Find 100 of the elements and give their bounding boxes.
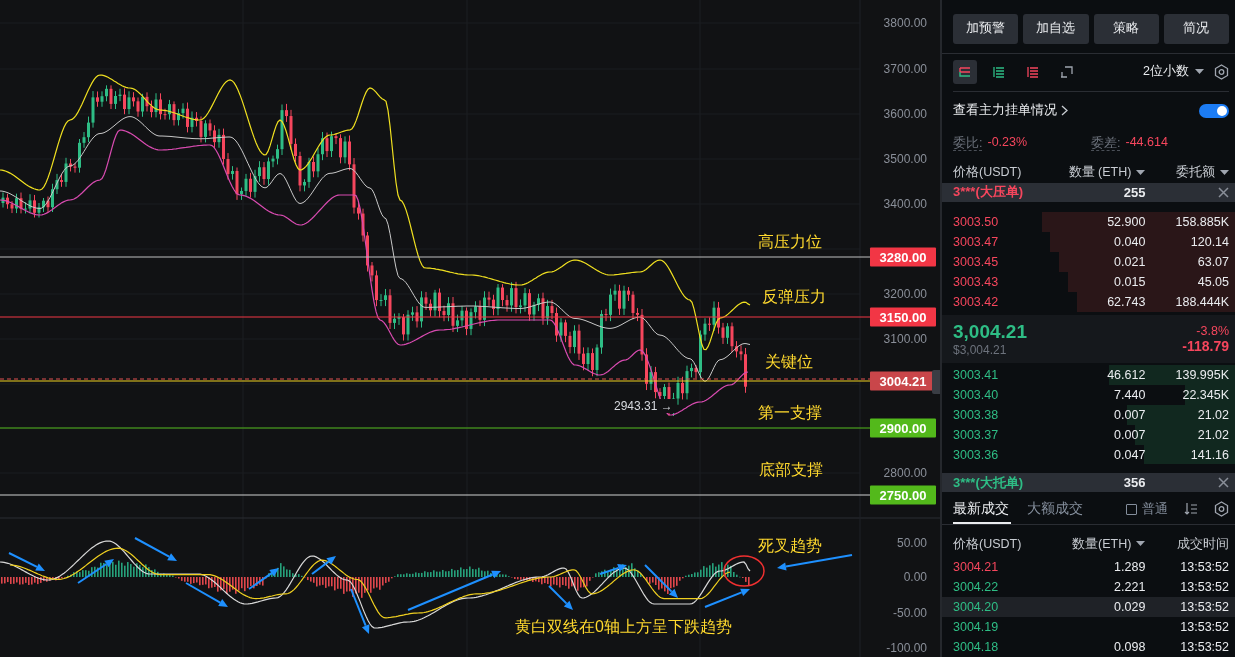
price-tag: 3150.00 [870, 307, 936, 327]
order-amount: 52.900 [1106, 214, 1146, 229]
trade-amount: 2.221 [1113, 580, 1146, 595]
trade-time: 13:53:52 [1179, 600, 1229, 615]
order-price: 3003.37 [953, 427, 1000, 442]
column-header[interactable]: 委托额 [1145, 164, 1229, 182]
stat-value: -0.23% [987, 134, 1028, 151]
order-book-row[interactable]: 3003.47 0.040 120.14 [942, 231, 1235, 252]
banner-count: 255 [1122, 184, 1146, 200]
trade-price: 3004.20 [953, 600, 1000, 615]
banner-count: 356 [1122, 475, 1146, 491]
order-amount: 0.015 [1113, 274, 1146, 289]
trade-amount: 1.289 [1113, 560, 1146, 575]
chart-annotation: 黄白双线在0轴上方呈下跌趋势 [515, 616, 732, 637]
trade-price: 3004.18 [953, 640, 1000, 655]
trade-time: 13:53:52 [1179, 620, 1229, 635]
order-total: 21.02 [1196, 407, 1229, 422]
order-amount: 0.040 [1113, 234, 1146, 249]
stat-value: -44.614 [1125, 134, 1168, 151]
chart-annotation: 第一支撑 [758, 402, 822, 423]
axis-label: 2800.00 [883, 466, 927, 480]
trade-time: 13:53:52 [1179, 580, 1229, 595]
trade-price: 3004.22 [953, 580, 1000, 595]
order-book-row[interactable]: 3003.50 52.900 158.885K [942, 211, 1235, 232]
order-book-row[interactable]: 3003.41 46.612 139.995K [942, 364, 1235, 385]
axis-label: 3700.00 [883, 62, 927, 76]
precision-dropdown[interactable]: 2位小数 [1143, 63, 1204, 81]
order-total: 141.16 [1189, 447, 1229, 462]
action-button[interactable]: 加自选 [1023, 14, 1089, 44]
order-book-row[interactable]: 3003.36 0.047 141.16 [942, 444, 1235, 465]
checkbox-label: 普通 [1142, 500, 1168, 518]
chart-annotation: 高压力位 [758, 231, 822, 252]
trade-amount: 0.029 [1113, 600, 1146, 615]
column-header: 价格(USDT) [953, 535, 1022, 553]
order-total: 63.07 [1196, 254, 1229, 269]
order-total: 139.995K [1174, 367, 1229, 382]
action-button[interactable]: 加预警 [953, 14, 1019, 44]
price-tag: 3280.00 [870, 247, 936, 267]
order-total: 22.345K [1181, 387, 1229, 402]
order-amount: 0.007 [1113, 427, 1146, 442]
change-amount: -118.79 [1182, 337, 1229, 354]
trade-tab[interactable]: 最新成交 [953, 494, 1011, 525]
order-price: 3003.50 [953, 214, 1000, 229]
order-total: 120.14 [1189, 234, 1229, 249]
order-price: 3003.47 [953, 234, 1000, 249]
order-book-row[interactable]: 3003.38 0.007 21.02 [942, 404, 1235, 425]
usd-price: $3,004.21 [953, 342, 1008, 357]
axis-label: 3200.00 [883, 287, 927, 301]
axis-label: 3600.00 [883, 107, 927, 121]
column-header[interactable]: 数量(ETH) [1061, 535, 1146, 553]
axis-label: 3800.00 [883, 16, 927, 30]
order-amount: 0.047 [1113, 447, 1146, 462]
order-amount: 62.743 [1106, 294, 1146, 309]
column-header: 成交时间 [1177, 535, 1229, 553]
price-tag: 2900.00 [870, 418, 936, 438]
order-book-row[interactable]: 3003.37 0.007 21.02 [942, 424, 1235, 445]
order-book-row[interactable]: 3003.42 62.743 188.444K [942, 291, 1235, 312]
order-book-row[interactable]: 3003.45 0.021 63.07 [942, 251, 1235, 272]
banner-label: 3***(大压单) [953, 183, 1025, 202]
stat-label: 委比: [953, 134, 983, 151]
order-price: 3003.43 [953, 274, 1000, 289]
chart-annotation: 反弹压力 [762, 286, 826, 307]
order-amount: 7.440 [1113, 387, 1146, 402]
order-price: 3003.36 [953, 447, 1000, 462]
price-tag: 2750.00 [870, 485, 936, 505]
last-price: 3,004.21 [953, 320, 1027, 343]
banner-label: 3***(大托单) [953, 473, 1025, 492]
column-header: 价格(USDT) [953, 164, 1022, 182]
axis-label: 0.00 [903, 570, 927, 584]
action-button[interactable]: 简况 [1163, 14, 1229, 44]
trade-tab[interactable]: 大额成交 [1027, 494, 1085, 525]
order-book-row[interactable]: 3003.43 0.015 45.05 [942, 271, 1235, 292]
chart-annotation: 底部支撑 [759, 459, 823, 480]
column-header[interactable]: 数量 (ETH) [1061, 164, 1146, 182]
trade-price: 3004.21 [953, 560, 1000, 575]
order-book-row[interactable]: 3003.40 7.440 22.345K [942, 384, 1235, 405]
order-total: 188.444K [1174, 294, 1229, 309]
axis-label: 50.00 [896, 536, 927, 550]
low-price-marker: 2943.31 → [612, 399, 675, 413]
order-price: 3003.38 [953, 407, 1000, 422]
order-amount: 0.007 [1113, 407, 1146, 422]
order-total: 21.02 [1196, 427, 1229, 442]
order-price: 3003.41 [953, 367, 1000, 382]
main-orders-link[interactable]: 查看主力挂单情况 [953, 102, 1068, 120]
order-price: 3003.42 [953, 294, 1000, 309]
stat-label: 委差: [1091, 134, 1121, 151]
action-button[interactable]: 策略 [1093, 14, 1159, 44]
order-price: 3003.45 [953, 254, 1000, 269]
chart-annotation: 关键位 [765, 351, 813, 372]
axis-label: 3100.00 [883, 332, 927, 346]
axis-label: -100.00 [886, 641, 927, 655]
order-amount: 46.612 [1106, 367, 1146, 382]
trade-time: 13:53:52 [1179, 640, 1229, 655]
order-price: 3003.40 [953, 387, 1000, 402]
axis-label: 3400.00 [883, 197, 927, 211]
axis-label: 3500.00 [883, 152, 927, 166]
axis-label: -50.00 [892, 606, 927, 620]
order-total: 158.885K [1174, 214, 1229, 229]
trade-price: 3004.19 [953, 620, 1000, 635]
change-percent: -3.8% [1195, 323, 1229, 338]
